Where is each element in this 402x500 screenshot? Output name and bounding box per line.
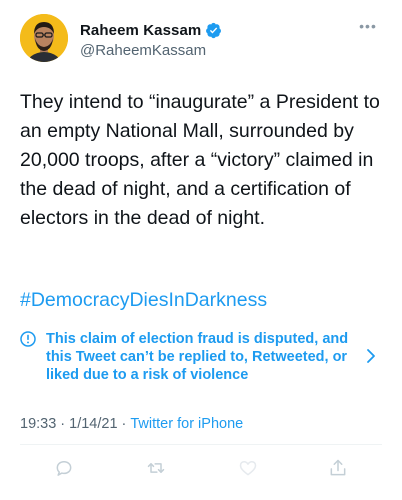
- avatar-image: [20, 14, 68, 62]
- meta-separator-source: ·: [121, 416, 127, 432]
- hashtag-link[interactable]: #DemocracyDiesInDarkness: [20, 286, 267, 315]
- display-name[interactable]: Raheem Kassam: [80, 22, 201, 39]
- like-icon: [236, 456, 260, 480]
- share-icon[interactable]: [326, 456, 350, 480]
- avatar[interactable]: [20, 14, 68, 62]
- tweet-header: Raheem Kassam @RaheemKassam •••: [20, 14, 382, 66]
- retweet-icon: [144, 456, 168, 480]
- divider: [20, 444, 382, 445]
- chevron-right-icon: [366, 348, 376, 364]
- tweet-text: They intend to “inaugurate” a President …: [20, 91, 380, 229]
- verified-badge-icon: [205, 22, 222, 39]
- tweet-date[interactable]: 1/14/21: [69, 416, 117, 432]
- tweet-time[interactable]: 19:33: [20, 416, 56, 432]
- user-handle[interactable]: @RaheemKassam: [80, 42, 222, 59]
- name-row: Raheem Kassam: [80, 20, 222, 40]
- name-block: Raheem Kassam @RaheemKassam: [80, 20, 222, 59]
- reply-icon: [52, 456, 76, 480]
- tweet-meta: 19:33 · 1/14/21 · Twitter for iPhone: [20, 416, 243, 432]
- tweet-source[interactable]: Twitter for iPhone: [130, 416, 243, 432]
- tweet-actions: [0, 456, 402, 484]
- meta-separator: ·: [60, 416, 66, 432]
- info-circle-icon: [20, 331, 36, 347]
- notice-text: This claim of election fraud is disputed…: [46, 331, 349, 383]
- more-icon[interactable]: •••: [358, 19, 378, 33]
- tweet-card: Raheem Kassam @RaheemKassam ••• They int…: [0, 0, 402, 500]
- disputed-claim-notice[interactable]: This claim of election fraud is disputed…: [20, 330, 382, 384]
